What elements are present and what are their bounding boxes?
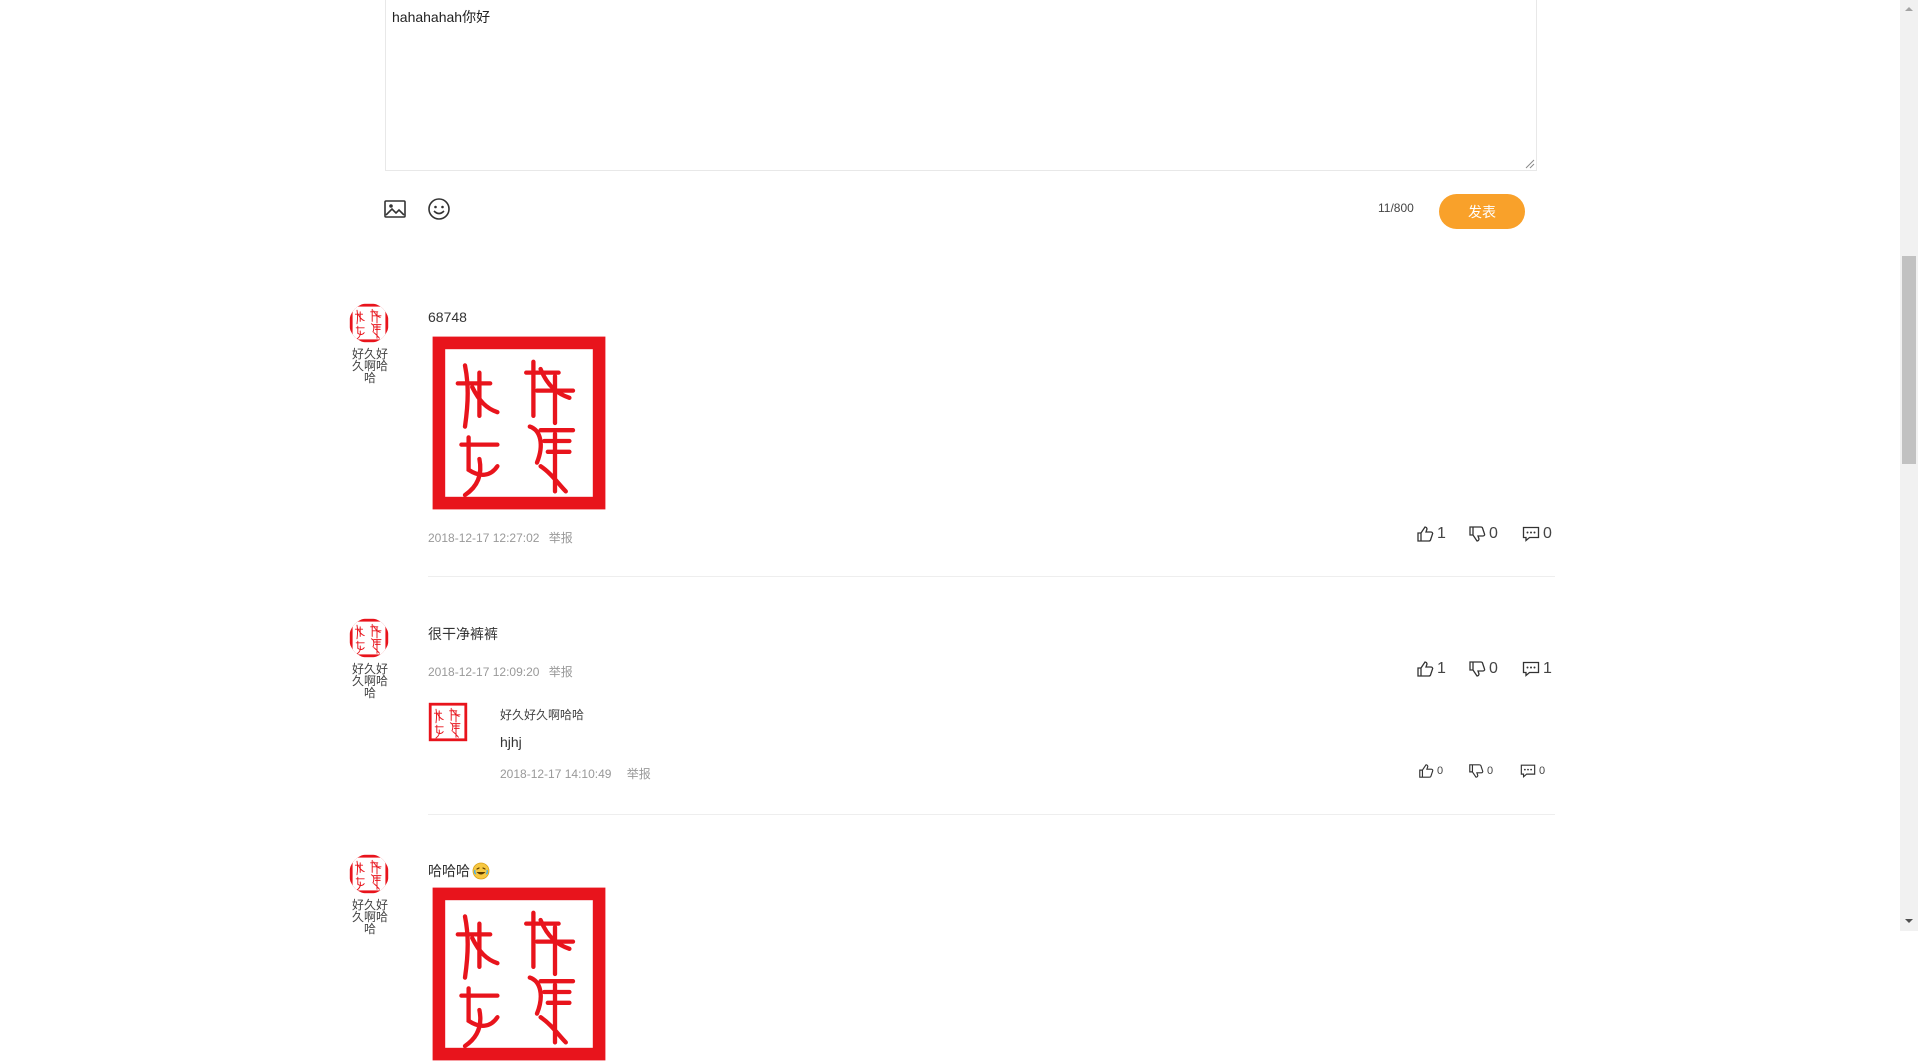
comment-meta: 2018-12-17 12:27:02 举报	[428, 529, 573, 546]
comment-username[interactable]: 好久好久啊哈哈	[348, 899, 392, 935]
reply-button[interactable]: 0	[1522, 525, 1552, 543]
resize-grip-icon[interactable]	[1523, 157, 1535, 169]
like-count: 1	[1437, 525, 1446, 542]
reply-username[interactable]: 好久好久啊哈哈	[500, 706, 584, 723]
avatar[interactable]	[349, 854, 389, 894]
comment-image-stamp[interactable]	[429, 333, 609, 513]
scrollbar-thumb[interactable]	[1902, 256, 1916, 464]
avatar[interactable]	[349, 618, 389, 658]
comment-text: 很干净裤裤	[428, 626, 498, 642]
comment-meta: 2018-12-17 12:09:20 举报	[428, 663, 573, 680]
comment-timestamp: 2018-12-17 12:27:02	[428, 531, 540, 545]
comment-icon	[1522, 526, 1540, 542]
like-button[interactable]: 0	[1418, 763, 1443, 779]
reply-button[interactable]: 1	[1522, 660, 1552, 678]
comment-textarea-value: hahahahah你好	[392, 9, 491, 25]
thumbs-down-icon	[1469, 764, 1484, 778]
thumbs-down-icon	[1469, 526, 1486, 542]
comment-icon	[1520, 764, 1536, 779]
like-count: 0	[1437, 765, 1444, 777]
comment-icon	[1522, 661, 1540, 677]
comment-username[interactable]: 好久好久啊哈哈	[348, 348, 392, 384]
publish-button[interactable]: 发表	[1439, 194, 1525, 229]
divider	[428, 576, 1555, 577]
thumbs-down-icon	[1469, 661, 1486, 677]
dislike-count: 0	[1487, 765, 1494, 777]
comment-text: 哈哈哈	[428, 863, 470, 879]
char-counter: 11/800	[1378, 201, 1414, 215]
comment-text-row: 哈哈哈	[428, 861, 490, 881]
image-icon[interactable]	[382, 196, 408, 222]
divider	[428, 814, 1555, 815]
scroll-up-arrow-icon[interactable]	[1903, 3, 1915, 15]
like-button[interactable]: 1	[1416, 660, 1446, 678]
comment-username[interactable]: 好久好久啊哈哈	[348, 663, 392, 699]
dislike-count: 0	[1489, 660, 1498, 677]
avatar[interactable]	[428, 702, 468, 742]
reply-count: 1	[1543, 660, 1552, 677]
laughing-emoji-icon	[472, 862, 490, 880]
thumbs-up-icon	[1417, 526, 1434, 542]
dislike-button[interactable]: 0	[1468, 763, 1493, 779]
smiley-icon[interactable]	[426, 196, 452, 222]
reply-count: 0	[1543, 525, 1552, 542]
scroll-down-arrow-icon[interactable]	[1903, 915, 1915, 927]
comment-timestamp: 2018-12-17 12:09:20	[428, 665, 540, 679]
comment-image-stamp[interactable]	[429, 884, 609, 1064]
report-link[interactable]: 举报	[549, 665, 573, 679]
dislike-count: 0	[1489, 525, 1498, 542]
like-button[interactable]: 1	[1416, 525, 1446, 543]
dislike-button[interactable]: 0	[1468, 660, 1498, 678]
like-count: 1	[1437, 660, 1446, 677]
report-link[interactable]: 举报	[627, 767, 651, 781]
reply-button[interactable]: 0	[1520, 763, 1545, 779]
report-link[interactable]: 举报	[549, 531, 573, 545]
scrollbar-track[interactable]	[1900, 0, 1918, 931]
reply-meta: 2018-12-17 14:10:49 举报	[500, 765, 651, 782]
thumbs-up-icon	[1419, 764, 1434, 778]
thumbs-up-icon	[1417, 661, 1434, 677]
reply-count: 0	[1539, 765, 1546, 777]
reply-text: hjhj	[500, 734, 522, 750]
avatar[interactable]	[349, 303, 389, 343]
comment-text: 68748	[428, 309, 467, 325]
comment-textarea[interactable]: hahahahah你好	[385, 0, 1537, 171]
dislike-button[interactable]: 0	[1468, 525, 1498, 543]
reply-timestamp: 2018-12-17 14:10:49	[500, 767, 612, 781]
